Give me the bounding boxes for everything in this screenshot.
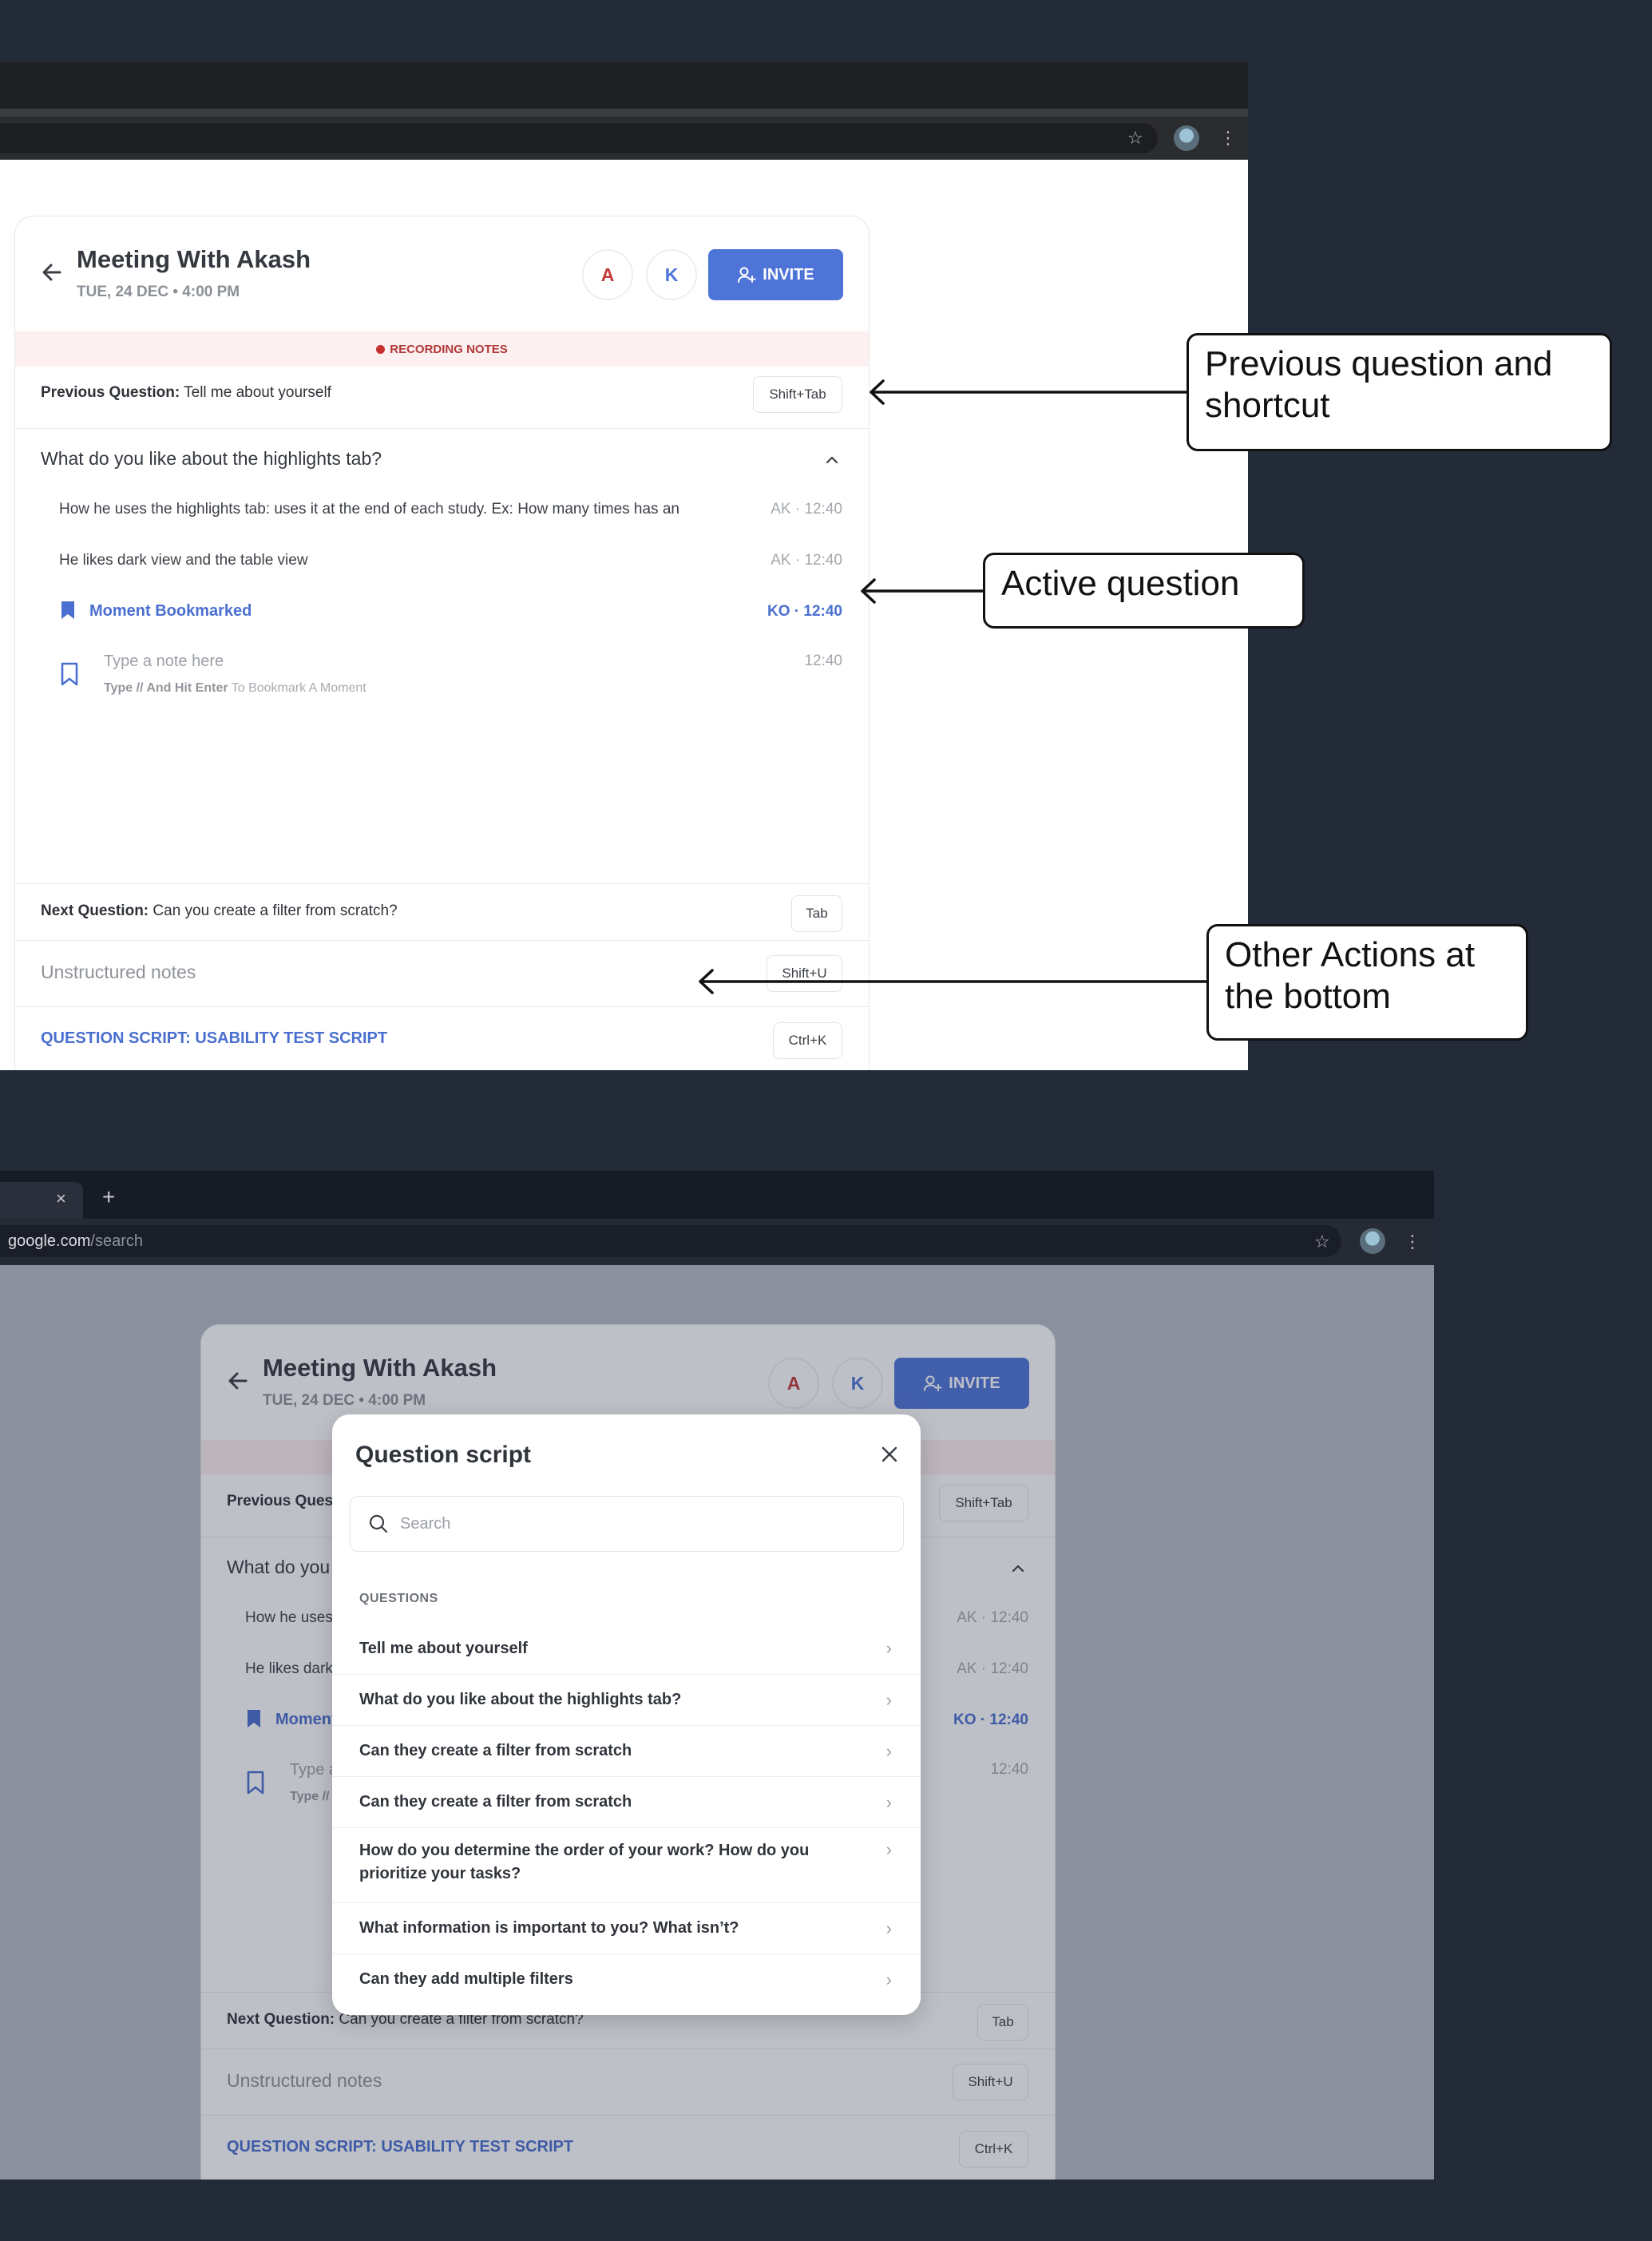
url-path: /search [90,1232,143,1250]
search-placeholder: Search [400,1514,451,1533]
question-list-item[interactable]: Tell me about yourself › [332,1623,921,1674]
chevron-right-icon: › [885,1689,892,1710]
callout-previous-question: Previous question and shortcut [1187,333,1612,451]
question-text: Tell me about yourself [359,1639,528,1657]
url-text: google.com/search [8,1232,143,1251]
search-input[interactable]: Search [350,1496,904,1552]
arrow-other [699,969,1209,994]
close-icon[interactable] [880,1445,899,1464]
chevron-right-icon: › [885,1918,892,1938]
kebab-menu-icon[interactable]: ⋮ [1404,1233,1421,1251]
profile-avatar[interactable] [1360,1228,1385,1254]
question-text: Can they create a filter from scratch [359,1793,632,1811]
search-icon [369,1514,388,1533]
question-list-item[interactable]: Can they create a filter from scratch › [332,1725,921,1776]
question-list: Tell me about yourself › What do you lik… [332,1623,921,2005]
tab-close-icon[interactable]: × [56,1190,66,1208]
star-icon[interactable]: ☆ [1314,1233,1330,1251]
questions-section-label: QUESTIONS [359,1592,438,1605]
question-list-item[interactable]: Can they create a filter from scratch › [332,1776,921,1827]
chevron-right-icon: › [885,1791,892,1812]
question-text: What do you like about the highlights ta… [359,1691,682,1708]
question-text: Can they add multiple filters [359,1970,573,1988]
address-bar[interactable]: google.com/search [0,1225,1341,1257]
chevron-right-icon: › [885,1638,892,1658]
annotation-arrows [699,379,1209,994]
question-script-modal: Question script Search QUESTIONS Tell me… [332,1414,921,2015]
browser-tab-active[interactable]: × [0,1182,83,1219]
arrow-previous [870,379,1190,405]
callout-other-actions: Other Actions at the bottom [1206,924,1528,1041]
new-tab-icon[interactable]: + [102,1186,115,1208]
question-text: Can they create a filter from scratch [359,1742,632,1759]
chevron-right-icon: › [885,1740,892,1761]
callout-active-question: Active question [983,553,1305,629]
url-domain: google.com [8,1232,91,1250]
question-list-item[interactable]: What information is important to you? Wh… [332,1902,921,1953]
question-list-item[interactable]: Can they add multiple filters › [332,1953,921,2005]
question-list-item[interactable]: What do you like about the highlights ta… [332,1674,921,1725]
chevron-right-icon: › [885,1839,892,1859]
arrow-active [861,578,987,604]
question-list-item[interactable]: How do you determine the order of your w… [332,1827,921,1902]
question-text: How do you determine the order of your w… [359,1842,810,1882]
modal-title: Question script [355,1442,532,1468]
question-text: What information is important to you? Wh… [359,1919,739,1937]
browser-tab-strip [0,1171,1434,1219]
chevron-right-icon: › [885,1969,892,1989]
browser-window-bottom: × + google.com/search ☆ ⋮ Meeting With A… [0,1171,1434,2180]
